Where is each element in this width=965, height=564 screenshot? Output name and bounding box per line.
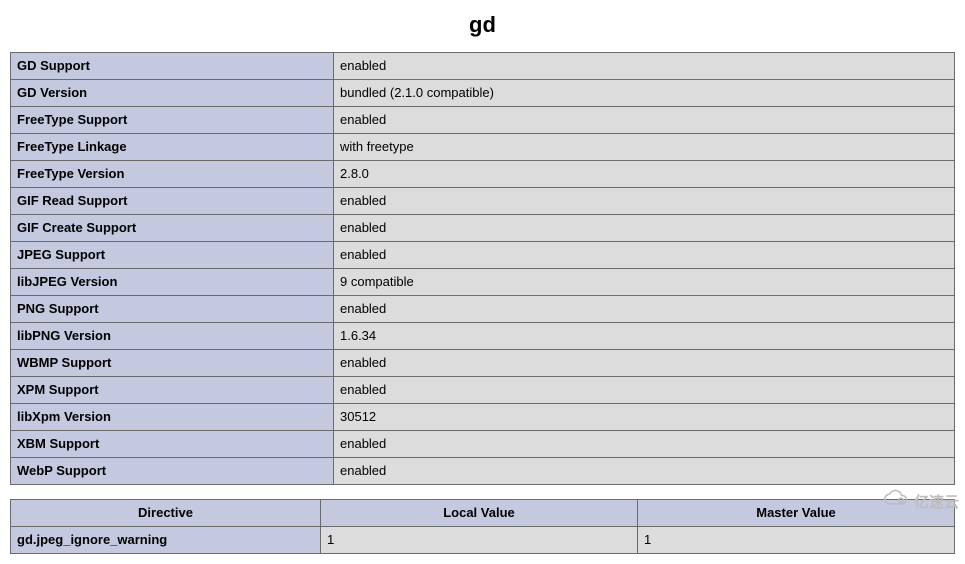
info-key: WBMP Support: [11, 350, 334, 377]
info-value: 30512: [334, 404, 955, 431]
directive-row: gd.jpeg_ignore_warning11: [11, 527, 955, 554]
info-value: 2.8.0: [334, 161, 955, 188]
info-key: libJPEG Version: [11, 269, 334, 296]
info-row: XPM Supportenabled: [11, 377, 955, 404]
info-value: bundled (2.1.0 compatible): [334, 80, 955, 107]
info-row: FreeType Version2.8.0: [11, 161, 955, 188]
directive-header-local: Local Value: [321, 500, 638, 527]
info-value: enabled: [334, 215, 955, 242]
info-row: GIF Read Supportenabled: [11, 188, 955, 215]
directive-name: gd.jpeg_ignore_warning: [11, 527, 321, 554]
info-row: GD Versionbundled (2.1.0 compatible): [11, 80, 955, 107]
directive-master-value: 1: [638, 527, 955, 554]
info-row: libPNG Version1.6.34: [11, 323, 955, 350]
info-key: PNG Support: [11, 296, 334, 323]
info-value: enabled: [334, 458, 955, 485]
info-value: enabled: [334, 431, 955, 458]
directive-header-row: Directive Local Value Master Value: [11, 500, 955, 527]
info-key: GD Support: [11, 53, 334, 80]
info-value: enabled: [334, 377, 955, 404]
phpinfo-gd-section: gd GD SupportenabledGD Versionbundled (2…: [0, 0, 965, 564]
directive-local-value: 1: [321, 527, 638, 554]
info-value: enabled: [334, 53, 955, 80]
info-value: enabled: [334, 242, 955, 269]
info-value: enabled: [334, 107, 955, 134]
info-value: enabled: [334, 296, 955, 323]
info-value: 1.6.34: [334, 323, 955, 350]
info-key: WebP Support: [11, 458, 334, 485]
info-key: JPEG Support: [11, 242, 334, 269]
info-row: JPEG Supportenabled: [11, 242, 955, 269]
info-row: WBMP Supportenabled: [11, 350, 955, 377]
directive-header-directive: Directive: [11, 500, 321, 527]
info-row: XBM Supportenabled: [11, 431, 955, 458]
info-key: GIF Read Support: [11, 188, 334, 215]
info-row: libJPEG Version9 compatible: [11, 269, 955, 296]
info-row: WebP Supportenabled: [11, 458, 955, 485]
info-row: libXpm Version30512: [11, 404, 955, 431]
info-key: libXpm Version: [11, 404, 334, 431]
info-row: GIF Create Supportenabled: [11, 215, 955, 242]
info-value: 9 compatible: [334, 269, 955, 296]
info-key: FreeType Linkage: [11, 134, 334, 161]
info-key: FreeType Version: [11, 161, 334, 188]
info-row: PNG Supportenabled: [11, 296, 955, 323]
gd-info-table: GD SupportenabledGD Versionbundled (2.1.…: [10, 52, 955, 485]
info-key: XBM Support: [11, 431, 334, 458]
directive-header-master: Master Value: [638, 500, 955, 527]
info-row: FreeType Supportenabled: [11, 107, 955, 134]
info-value: enabled: [334, 188, 955, 215]
section-title: gd: [10, 12, 955, 38]
info-value: with freetype: [334, 134, 955, 161]
info-row: GD Supportenabled: [11, 53, 955, 80]
info-key: libPNG Version: [11, 323, 334, 350]
info-key: FreeType Support: [11, 107, 334, 134]
info-key: GD Version: [11, 80, 334, 107]
info-key: XPM Support: [11, 377, 334, 404]
info-row: FreeType Linkagewith freetype: [11, 134, 955, 161]
info-key: GIF Create Support: [11, 215, 334, 242]
info-value: enabled: [334, 350, 955, 377]
